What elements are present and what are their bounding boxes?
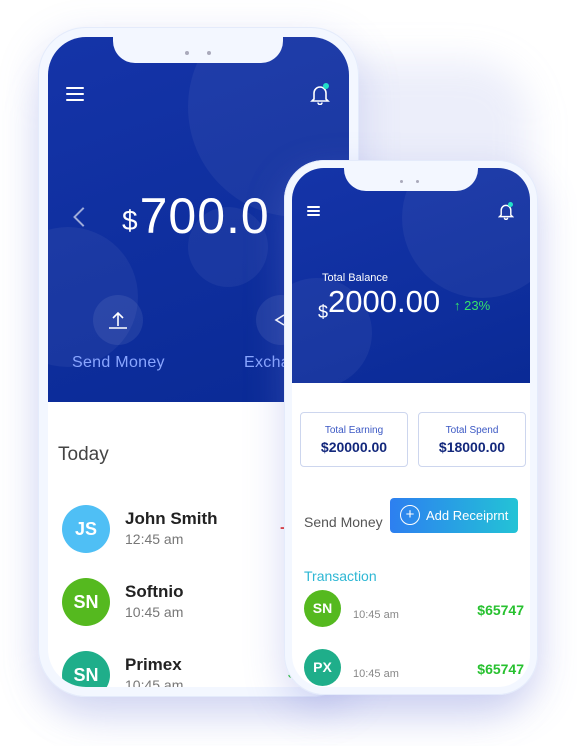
balance-hero: Total Balance $2000.00 ↑ 23% — [292, 168, 530, 383]
transaction-time: 12:45 am — [125, 531, 184, 547]
phone-front: Total Balance $2000.00 ↑ 23% Total Earni… — [284, 160, 538, 695]
transaction-time: 10:45 am — [353, 668, 399, 680]
total-spend-card[interactable]: Total Spend $18000.00 — [418, 412, 526, 467]
transaction-name: Softnio — [125, 582, 184, 601]
upload-icon — [109, 311, 127, 329]
transaction-time: 10:45 am — [353, 609, 399, 621]
transaction-amount: $65747 — [477, 602, 524, 618]
transaction-time: 10:45 am — [125, 604, 184, 620]
menu-icon[interactable] — [307, 206, 320, 216]
plus-icon: + — [400, 505, 420, 525]
balance-value: 700.0 — [139, 188, 270, 244]
balance-amount: $700.0 — [122, 187, 270, 245]
send-money-label: Send Money — [72, 354, 165, 371]
notification-bell-icon[interactable] — [310, 83, 330, 106]
transactions-title: Transaction — [304, 568, 377, 584]
currency-symbol: $ — [318, 302, 329, 322]
phone-front-screen: Total Balance $2000.00 ↑ 23% Total Earni… — [292, 168, 530, 687]
balance-amount: $2000.00 — [318, 284, 441, 322]
previous-arrow-icon[interactable] — [73, 207, 93, 227]
notification-bell-icon[interactable] — [497, 202, 515, 221]
phone-notch — [344, 168, 478, 191]
transaction-name: John Smith — [125, 509, 218, 528]
currency-symbol: $ — [122, 205, 138, 236]
transaction-name: Primex — [125, 655, 182, 674]
avatar: SN — [304, 590, 341, 627]
transaction-time: 10:45 am — [125, 677, 184, 687]
transaction-row[interactable]: PX 10:45 am $65747 — [304, 649, 524, 687]
send-money-label: Send Money — [304, 514, 383, 530]
total-balance-label: Total Balance — [322, 272, 389, 284]
total-spend-value: $18000.00 — [438, 439, 506, 455]
avatar: JS — [62, 505, 110, 553]
avatar: PX — [304, 649, 341, 686]
phone-notch — [113, 37, 283, 63]
balance-value: 2000.00 — [328, 284, 441, 319]
total-earning-card[interactable]: Total Earning $20000.00 — [300, 412, 408, 467]
balance-change: ↑ 23% — [454, 298, 491, 313]
add-recipient-label: Add Receiprnt — [426, 508, 509, 523]
avatar: SN — [62, 578, 110, 626]
total-spend-label: Total Spend — [445, 425, 499, 436]
transaction-amount: $65747 — [477, 661, 524, 677]
section-title-today: Today — [58, 444, 109, 465]
add-recipient-button[interactable]: + Add Receiprnt — [390, 498, 518, 533]
total-earning-value: $20000.00 — [320, 439, 388, 455]
send-money-button[interactable] — [93, 295, 143, 345]
avatar: SN — [62, 651, 110, 687]
total-earning-label: Total Earning — [324, 425, 384, 436]
transaction-row[interactable]: SN 10:45 am $65747 — [304, 590, 524, 630]
menu-icon[interactable] — [66, 87, 84, 101]
